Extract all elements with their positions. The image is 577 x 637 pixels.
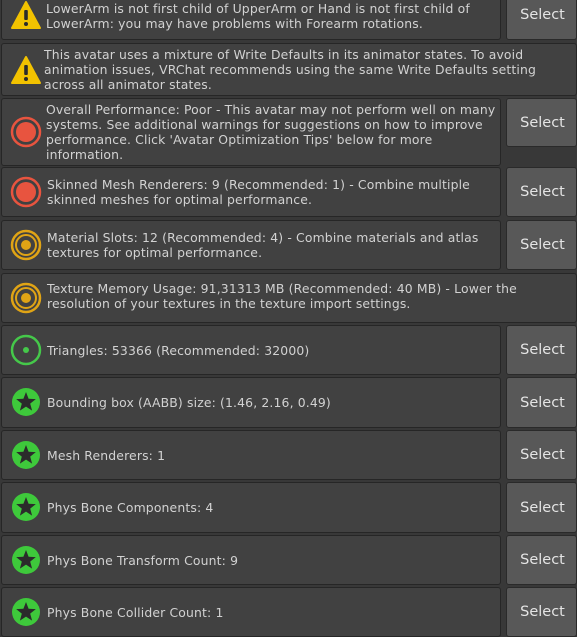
message-box-physbone: Phys Bone Components: 4 [1,482,501,533]
message-box-material: Material Slots: 12 (Recommended: 4) - Co… [1,220,501,270]
select-button-lowerarm[interactable]: Select [506,0,577,40]
message-text: Phys Bone Transform Count: 9 [47,553,239,568]
message-text: Phys Bone Components: 4 [47,500,214,515]
message-box-colliders: Phys Bone Collider Count: 1 [1,587,501,637]
message-text: This avatar uses a mixture of Write Defa… [44,47,537,92]
message-box-write-defaults: This avatar uses a mixture of Write Defa… [1,43,577,96]
message-text: Texture Memory Usage: 91,31313 MB (Recom… [47,281,517,311]
message-text: Mesh Renderers: 1 [47,448,166,463]
message-text: Material Slots: 12 (Recommended: 4) - Co… [47,230,479,260]
poor-icon [10,116,42,148]
message-text: Bounding box (AABB) size: (1.46, 2.16, 0… [47,395,331,410]
excellent-icon [10,544,42,576]
message-box-transforms: Phys Bone Transform Count: 9 [1,535,501,585]
message-text: Phys Bone Collider Count: 1 [47,605,224,620]
select-button-mesh[interactable]: Select [506,430,577,480]
medium-icon [10,229,42,261]
select-button-overall[interactable]: Select [506,98,577,147]
message-box-mesh: Mesh Renderers: 1 [1,430,501,480]
message-box-lowerarm: LowerArm is not first child of UpperArm … [1,0,501,40]
message-text: LowerArm is not first child of UpperArm … [46,1,470,31]
select-button-transforms[interactable]: Select [506,535,577,585]
message-box-triangles: Triangles: 53366 (Recommended: 32000) [1,325,501,375]
medium-icon [10,282,42,314]
select-button-skinned[interactable]: Select [506,167,577,217]
message-text: Overall Performance: Poor - This avatar … [46,102,496,162]
select-button-triangles[interactable]: Select [506,325,577,375]
excellent-icon [10,386,42,418]
select-button-colliders[interactable]: Select [506,587,577,637]
excellent-icon [10,596,42,628]
poor-icon [10,176,42,208]
warning-icon [10,0,42,31]
message-box-skinned: Skinned Mesh Renderers: 9 (Recommended: … [1,167,501,217]
excellent-icon [10,491,42,523]
message-box-texture: Texture Memory Usage: 91,31313 MB (Recom… [1,273,577,323]
select-button-physbone[interactable]: Select [506,482,577,533]
message-text: Skinned Mesh Renderers: 9 (Recommended: … [47,177,470,207]
select-button-bounds[interactable]: Select [506,377,577,428]
excellent-icon [10,439,42,471]
good-icon [10,334,42,366]
warning-icon [10,54,42,86]
message-box-bounds: Bounding box (AABB) size: (1.46, 2.16, 0… [1,377,501,428]
message-box-overall: Overall Performance: Poor - This avatar … [1,98,501,166]
message-text: Triangles: 53366 (Recommended: 32000) [47,343,310,358]
select-button-material[interactable]: Select [506,220,577,270]
